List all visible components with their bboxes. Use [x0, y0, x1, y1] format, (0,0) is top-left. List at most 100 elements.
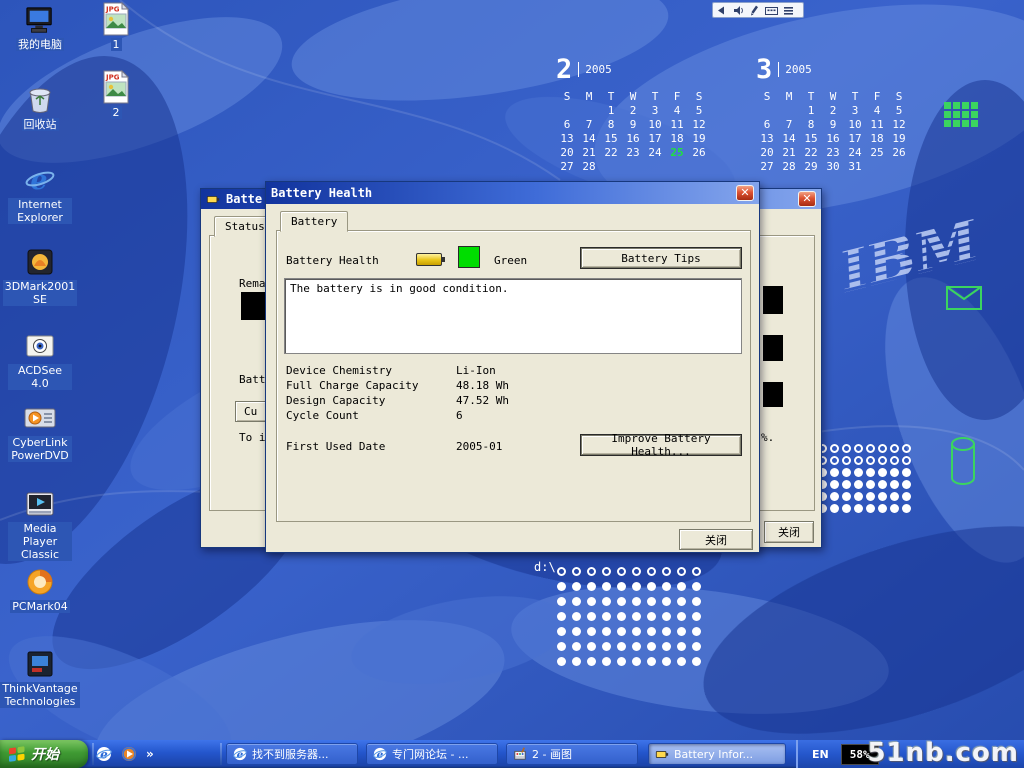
wallpaper-dot: [662, 612, 671, 621]
internet-explorer-icon[interactable]: [96, 746, 112, 762]
wallpaper-dot: [854, 468, 863, 477]
wallpaper-dot: [830, 480, 839, 489]
calendar-date: 3: [644, 104, 666, 118]
calendar-date: 18: [866, 132, 888, 146]
desktop-icon-pcmark04[interactable]: PCMark04: [8, 566, 72, 613]
desktop-icon-label: ACDSee 4.0: [8, 364, 72, 390]
wallpaper-dot: [662, 657, 671, 666]
pen-icon[interactable]: [749, 5, 760, 16]
battery-icon: [416, 253, 442, 266]
desktop-icon-3dmark2001[interactable]: 3DMark2001 SE: [8, 246, 72, 306]
info-row: Design Capacity 47.52 Wh: [286, 394, 736, 407]
calendar-date: 17: [644, 132, 666, 146]
calendar-date: 14: [578, 132, 600, 146]
wallpaper-dot: [830, 504, 839, 513]
desktop-icon-file-2[interactable]: JPG 2: [88, 70, 144, 119]
wallpaper-dot: [647, 582, 656, 591]
close-icon[interactable]: ✕: [798, 191, 816, 207]
battery-tips-button[interactable]: Battery Tips: [581, 248, 741, 268]
desktop-icon-file-1[interactable]: JPG 1: [88, 2, 144, 51]
desktop-icon-my-computer[interactable]: 我的电脑: [8, 6, 72, 51]
health-status-value: Green: [494, 254, 527, 267]
field-value: 47.52 Wh: [456, 394, 509, 407]
wallpaper-dot: [878, 504, 887, 513]
field-label: Device Chemistry: [286, 364, 392, 377]
wallpaper-dot-ring: [842, 444, 851, 453]
desktop-icon-thinkvantage[interactable]: ThinkVantage Technologies: [8, 648, 72, 708]
improve-battery-health-button[interactable]: Improve Battery Health...: [581, 435, 741, 455]
wallpaper-dot-ring: [890, 444, 899, 453]
gauge-segment: [763, 286, 783, 314]
watermark: 51nb.com: [867, 738, 1019, 768]
condition-textbox[interactable]: The battery is in good condition.: [284, 278, 742, 354]
calendar-header: 2 2005: [556, 56, 710, 88]
calendar-date: 19: [688, 132, 710, 146]
calendar-day-header: W: [622, 90, 644, 104]
wallpaper-dot: [830, 492, 839, 501]
taskbar-divider: [220, 743, 222, 765]
wallpaper-dot: [602, 642, 611, 651]
close-button[interactable]: 关闭: [764, 521, 814, 543]
wallpaper-dot: [602, 582, 611, 591]
desktop-icon-media-player-classic[interactable]: Media Player Classic: [8, 488, 72, 561]
desktop-icon-acdsee[interactable]: ACDSee 4.0: [8, 330, 72, 390]
task-label: 2 - 画图: [532, 746, 572, 762]
options-icon[interactable]: [783, 5, 794, 16]
calendar-day-header: F: [866, 90, 888, 104]
calendar-date: [866, 160, 888, 174]
language-indicator[interactable]: EN: [812, 748, 829, 761]
desktop-icon-internet-explorer[interactable]: e Internet Explorer: [8, 164, 72, 224]
wallpaper-dot: [677, 582, 686, 591]
task-button-server-not-found[interactable]: 找不到服务器...: [226, 743, 358, 765]
calendar-date: 4: [666, 104, 688, 118]
input-marker-icon[interactable]: [717, 5, 728, 16]
wallpaper-dot: [692, 612, 701, 621]
wallpaper-dot: [647, 612, 656, 621]
my-computer-icon: [23, 6, 57, 36]
field-value: 6: [456, 409, 463, 422]
wallpaper-dot: [617, 612, 626, 621]
keyboard-icon[interactable]: [765, 5, 778, 16]
calendar-date: 1: [800, 104, 822, 118]
calendar-header: 3 2005: [756, 56, 910, 88]
file-badge: JPG: [105, 74, 120, 82]
wallpaper-dot: [878, 480, 887, 489]
media-player-icon[interactable]: [121, 746, 137, 762]
task-button-paint[interactable]: 2 - 画图: [506, 743, 638, 765]
wallpaper-dot: [866, 504, 875, 513]
wallpaper-dot: [617, 597, 626, 606]
calendar-date: 16: [622, 132, 644, 146]
calendar-date: 13: [756, 132, 778, 146]
wallpaper-dot: [878, 492, 887, 501]
internet-explorer-icon: [373, 747, 387, 761]
close-icon[interactable]: ✕: [736, 185, 754, 201]
task-button-battery-information[interactable]: Battery Infor...: [648, 743, 786, 765]
calendar-date: 1: [600, 104, 622, 118]
battery-health-titlebar[interactable]: Battery Health ✕: [266, 182, 759, 204]
wallpaper-dot: [890, 492, 899, 501]
wallpaper-dot: [692, 597, 701, 606]
calendar-date: 29: [800, 160, 822, 174]
desktop-icon-recycle-bin[interactable]: 回收站: [8, 84, 72, 131]
powerdvd-icon: [23, 402, 57, 434]
wallpaper-dot: [602, 597, 611, 606]
language-bar[interactable]: [712, 2, 804, 18]
wallpaper-dot-ring: [830, 456, 839, 465]
calendar-date: 4: [866, 104, 888, 118]
wallpaper-dot: [842, 504, 851, 513]
calendar-date: [778, 104, 800, 118]
calendar-date: 2: [822, 104, 844, 118]
quick-launch-overflow-chevron[interactable]: »: [146, 747, 154, 761]
paint-icon: [513, 747, 527, 761]
tab-battery[interactable]: Battery: [280, 211, 348, 232]
wallpaper-dot-ring: [890, 456, 899, 465]
wallpaper-dot: [662, 642, 671, 651]
start-button[interactable]: 开始: [0, 740, 88, 768]
close-button[interactable]: 关闭: [679, 529, 753, 550]
desktop-icon-powerdvd[interactable]: CyberLink PowerDVD: [8, 402, 72, 462]
wallpaper-dot-ring: [602, 567, 611, 576]
task-button-forum[interactable]: 专门网论坛 - ...: [366, 743, 498, 765]
volume-icon[interactable]: [733, 5, 744, 16]
calendar-date: 17: [844, 132, 866, 146]
wallpaper-dot: [902, 492, 911, 501]
